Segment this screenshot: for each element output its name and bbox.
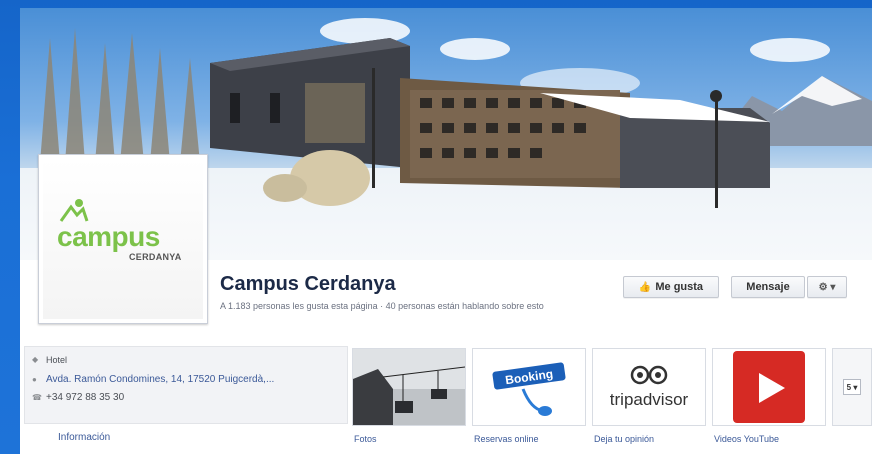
tile-booking[interactable]: Booking [472, 348, 586, 426]
facebook-page: campus CERDANYA Campus Cerdanya A 1.183 … [20, 8, 872, 454]
likes-summary: A 1.183 personas les gusta esta página ·… [220, 301, 544, 311]
hotel-building [210, 38, 770, 208]
more-tiles-dropdown[interactable]: 5 ▾ [843, 379, 861, 395]
thumbs-up-icon: 👍 [638, 281, 652, 293]
phone-text: +34 972 88 35 30 [46, 392, 125, 403]
trees [40, 28, 200, 163]
category-row: ◆ Hotel [32, 355, 67, 365]
like-button[interactable]: 👍 Me gusta [623, 276, 719, 298]
gear-icon: ⚙ ▾ [818, 281, 836, 293]
tile-tripadvisor[interactable]: tripadvisor [592, 348, 706, 426]
tile-youtube[interactable] [712, 348, 826, 426]
person-logo-icon [59, 199, 89, 222]
phone-icon: ☎ [32, 392, 42, 402]
tile-photos[interactable] [352, 348, 466, 426]
logo-subtitle: CERDANYA [129, 252, 182, 262]
tag-icon: ◆ [32, 355, 39, 364]
category-text: Hotel [46, 355, 68, 365]
more-tiles: 5 ▾ [832, 348, 872, 426]
svg-text:tripadvisor: tripadvisor [610, 390, 689, 409]
address-row: ● Avda. Ramón Condomines, 14, 17520 Puig… [32, 374, 274, 385]
tripadvisor-logo: tripadvisor [593, 349, 705, 425]
about-box [24, 346, 348, 424]
tile-photos-label[interactable]: Fotos [354, 434, 377, 444]
tile-youtube-label[interactable]: Videos YouTube [714, 434, 779, 444]
page-title[interactable]: Campus Cerdanya [220, 273, 396, 296]
profile-picture[interactable]: campus CERDANYA [38, 154, 208, 324]
campus-logo: campus CERDANYA [43, 159, 203, 319]
play-icon [713, 349, 825, 425]
phone-row: ☎ +34 972 88 35 30 [32, 392, 124, 403]
info-link[interactable]: Información [58, 432, 110, 443]
settings-dropdown-button[interactable]: ⚙ ▾ [807, 276, 847, 298]
address-text[interactable]: Avda. Ramón Condomines, 14, 17520 Puigce… [46, 374, 274, 385]
ski-lift-photo [353, 349, 465, 425]
message-button[interactable]: Mensaje [731, 276, 805, 298]
location-pin-icon: ● [32, 374, 37, 384]
logo-word: campus [57, 221, 160, 252]
like-label: Me gusta [655, 281, 704, 293]
message-label: Mensaje [746, 281, 790, 293]
tile-booking-label[interactable]: Reservas online [474, 434, 539, 444]
booking-logo: Booking [473, 349, 585, 425]
tile-tripadvisor-label[interactable]: Deja tu opinión [594, 434, 654, 444]
